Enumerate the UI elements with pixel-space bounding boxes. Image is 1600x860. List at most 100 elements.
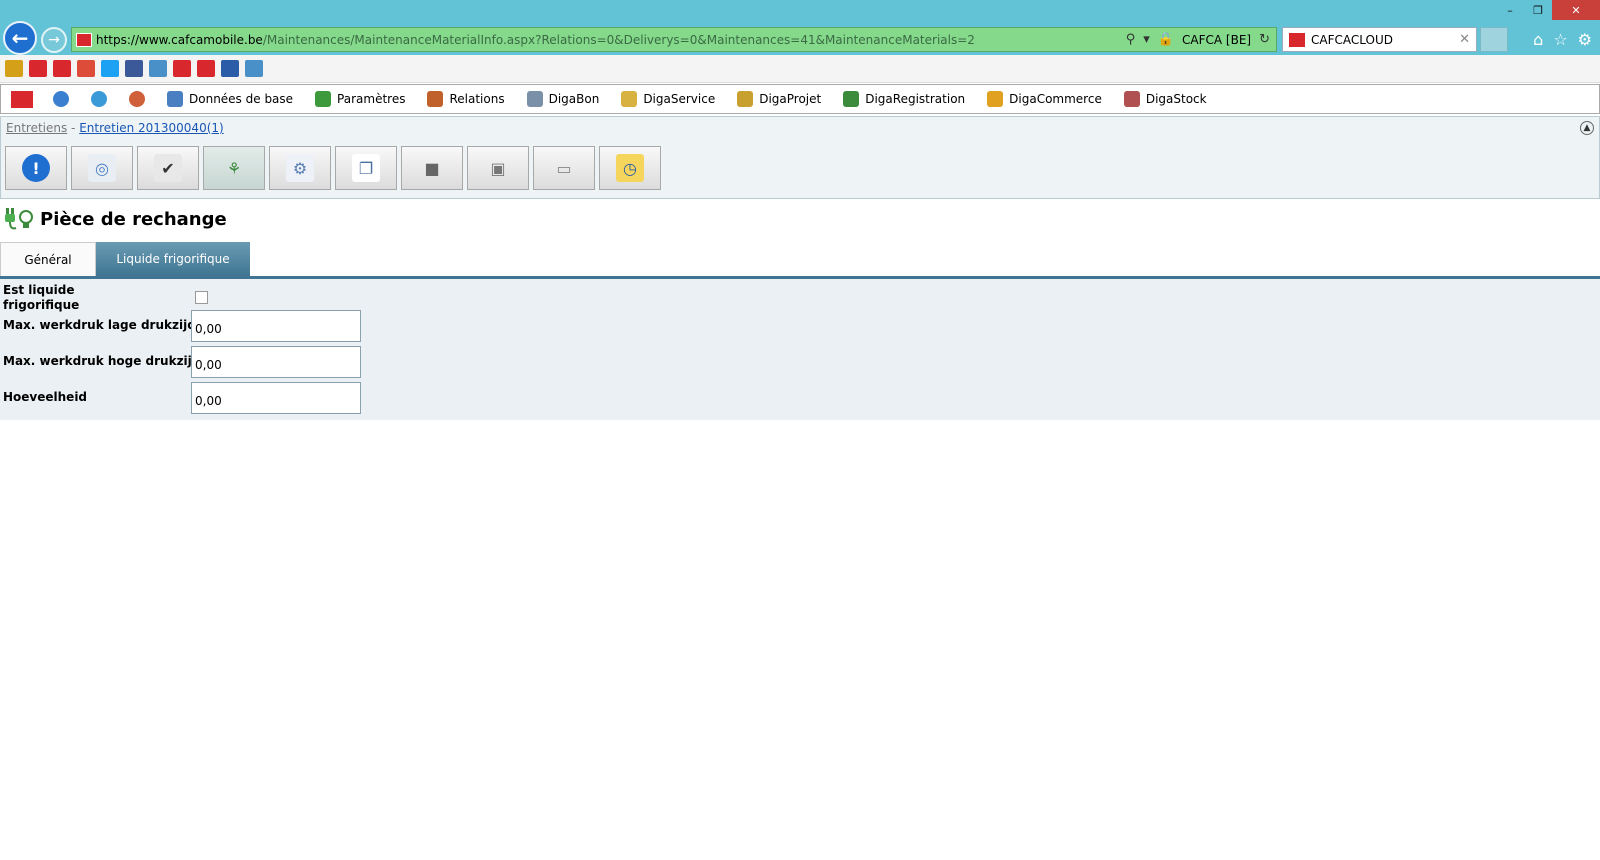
url-scheme: https://www.	[96, 32, 172, 47]
browser-right-icons: ⌂ ☆ ⚙	[1533, 30, 1592, 49]
max-high-pressure-input[interactable]	[191, 346, 361, 378]
cafca-icon[interactable]	[173, 60, 191, 77]
info-icon: !	[22, 154, 50, 182]
ie-page-icon[interactable]	[149, 60, 167, 77]
lock-icon[interactable]: 🔒	[1158, 32, 1174, 47]
minimize-button[interactable]: –	[1496, 0, 1524, 20]
menu-item-digaservice[interactable]: DigaService	[621, 91, 715, 107]
collapse-up-icon[interactable]: ▲	[1580, 121, 1594, 135]
menu-item-digaprojet[interactable]: DigaProjet	[737, 91, 821, 107]
folder-clock-icon: ◷	[616, 154, 644, 182]
toolbar-button-folder[interactable]: ▭	[533, 146, 595, 190]
menu-item-label: Paramètres	[337, 92, 406, 106]
site-favicon-icon	[76, 32, 92, 47]
address-bar[interactable]: https://www. cafcamobile.be/Maintenances/…	[71, 27, 1277, 52]
e-icon[interactable]	[29, 60, 47, 77]
gear-icon[interactable]: ⚙	[1578, 30, 1592, 49]
tab-liquide-frigorifique[interactable]: Liquide frigorifique	[96, 242, 250, 276]
toolbar-button-checklist[interactable]: ✔	[137, 146, 199, 190]
menu-item-label: DigaBon	[548, 92, 600, 106]
facebook-icon[interactable]	[125, 60, 143, 77]
tab-close-icon[interactable]: ✕	[1459, 32, 1470, 47]
people-icon	[427, 91, 444, 107]
page-title: Pièce de rechange	[4, 206, 227, 232]
address-bar-tools: ⚲ ▾ 🔒 CAFCA [BE] ↻	[1126, 28, 1270, 51]
registration-icon	[843, 91, 860, 107]
notebook-icon: ■	[424, 158, 440, 178]
plug-bulb-icon	[4, 206, 34, 232]
menu-item-relations[interactable]: Relations	[427, 91, 505, 107]
breadcrumb-root-link[interactable]: Entretiens	[6, 121, 67, 135]
cafca-logo-icon[interactable]	[11, 90, 33, 108]
menu-item-digaregistration[interactable]: DigaRegistration	[843, 91, 965, 107]
action-toolbar: ! ◎ ✔ ⚘ ⚙ ❐ ■ ▣ ▭ ◷	[5, 146, 661, 190]
close-window-button[interactable]: ✕	[1552, 0, 1600, 20]
cafca-icon[interactable]	[53, 60, 71, 77]
toolbar-button-copy-documents[interactable]: ❐	[335, 146, 397, 190]
google-plus-icon[interactable]	[77, 60, 95, 77]
menu-item-digabon[interactable]: DigaBon	[526, 91, 600, 107]
favorites-star-icon[interactable]: ☆	[1553, 30, 1567, 49]
app-menu-bar: Données de base Paramètres Relations DigaBo…	[0, 84, 1600, 114]
coin-icon	[987, 91, 1004, 107]
menu-item-digastock[interactable]: DigaStock	[1123, 91, 1207, 107]
project-icon	[737, 91, 754, 107]
menu-item-label: DigaService	[643, 92, 716, 106]
form-row-max-high: Max. werkdruk hoge drukzijde	[0, 345, 380, 381]
breadcrumb: Entretiens - Entretien 201300040(1)	[6, 121, 224, 135]
restore-button[interactable]: ❐	[1524, 0, 1552, 20]
breadcrumb-current-link[interactable]: Entretien 201300040(1)	[79, 121, 224, 135]
printer-icon: ▣	[490, 158, 506, 178]
washing-machine-icon: ◎	[88, 154, 116, 182]
forward-button[interactable]: →	[41, 27, 67, 53]
menu-items: Données de base Paramètres Relations DigaBo…	[167, 91, 1229, 107]
c-icon[interactable]	[197, 60, 215, 77]
refrigerant-form: Est liquide frigorifique Max. werkdruk l…	[0, 279, 1600, 420]
back-button[interactable]: ←	[3, 21, 37, 55]
form-tabs: Général Liquide frigorifique	[0, 242, 1600, 279]
dropdown-arrow-icon[interactable]: ▾	[1143, 32, 1150, 47]
toolbar-button-plug-bulb[interactable]: ⚘	[203, 146, 265, 190]
refresh-icon[interactable]: ↻	[1259, 32, 1270, 47]
menu-item-param-tres[interactable]: Paramètres	[315, 91, 405, 107]
max-high-pressure-label: Max. werkdruk hoge drukzijde	[3, 354, 209, 368]
toolbar-panel: Entretiens - Entretien 201300040(1) ▲ ! ◎…	[0, 116, 1600, 199]
database-icon	[167, 91, 183, 107]
tab-general[interactable]: Général	[0, 242, 96, 276]
url-domain: cafcamobile.be	[171, 32, 263, 47]
globe-icon[interactable]	[221, 60, 239, 77]
gears-icon	[315, 91, 332, 107]
folder-icon: ▭	[556, 158, 572, 178]
is-refrigerant-checkbox[interactable]	[195, 291, 208, 304]
settings-document-icon: ⚙	[286, 154, 314, 182]
ie-page-icon[interactable]	[245, 60, 263, 77]
star-add-icon[interactable]	[5, 60, 23, 77]
quantity-input[interactable]	[191, 382, 361, 414]
toolbar-button-printer[interactable]: ▣	[467, 146, 529, 190]
toolbar-button-info[interactable]: !	[5, 146, 67, 190]
breadcrumb-separator: -	[67, 121, 80, 135]
url-path: /Maintenances/MaintenanceMaterialInfo.as…	[262, 32, 975, 47]
sync-icon[interactable]	[91, 91, 107, 107]
form-row-max-low: Max. werkdruk lage drukzijde	[0, 309, 380, 345]
toolbar-button-washing-machine[interactable]: ◎	[71, 146, 133, 190]
service-icon	[621, 91, 638, 107]
toolbar-button-folder-clock[interactable]: ◷	[599, 146, 661, 190]
home-icon[interactable]: ⌂	[1533, 30, 1543, 49]
new-tab-button[interactable]	[1480, 27, 1508, 52]
toolbar-button-settings-document[interactable]: ⚙	[269, 146, 331, 190]
site-identity[interactable]: CAFCA [BE]	[1182, 33, 1251, 47]
quantity-label: Hoeveelheid	[3, 390, 88, 404]
user-icon[interactable]	[129, 91, 145, 107]
menu-item-digacommerce[interactable]: DigaCommerce	[987, 91, 1102, 107]
globe-icon[interactable]	[53, 91, 69, 107]
max-low-pressure-label: Max. werkdruk lage drukzijde	[3, 318, 204, 332]
browser-tab[interactable]: CAFCACLOUD ✕	[1282, 27, 1477, 52]
search-icon[interactable]: ⚲	[1126, 32, 1136, 47]
max-low-pressure-input[interactable]	[191, 310, 361, 342]
toolbar-button-notebook[interactable]: ■	[401, 146, 463, 190]
form-row-quantity: Hoeveelheid	[0, 381, 380, 417]
menu-item-donn-es-de-base[interactable]: Données de base	[167, 91, 293, 107]
stock-icon	[1123, 91, 1140, 107]
twitter-icon[interactable]	[101, 60, 119, 77]
